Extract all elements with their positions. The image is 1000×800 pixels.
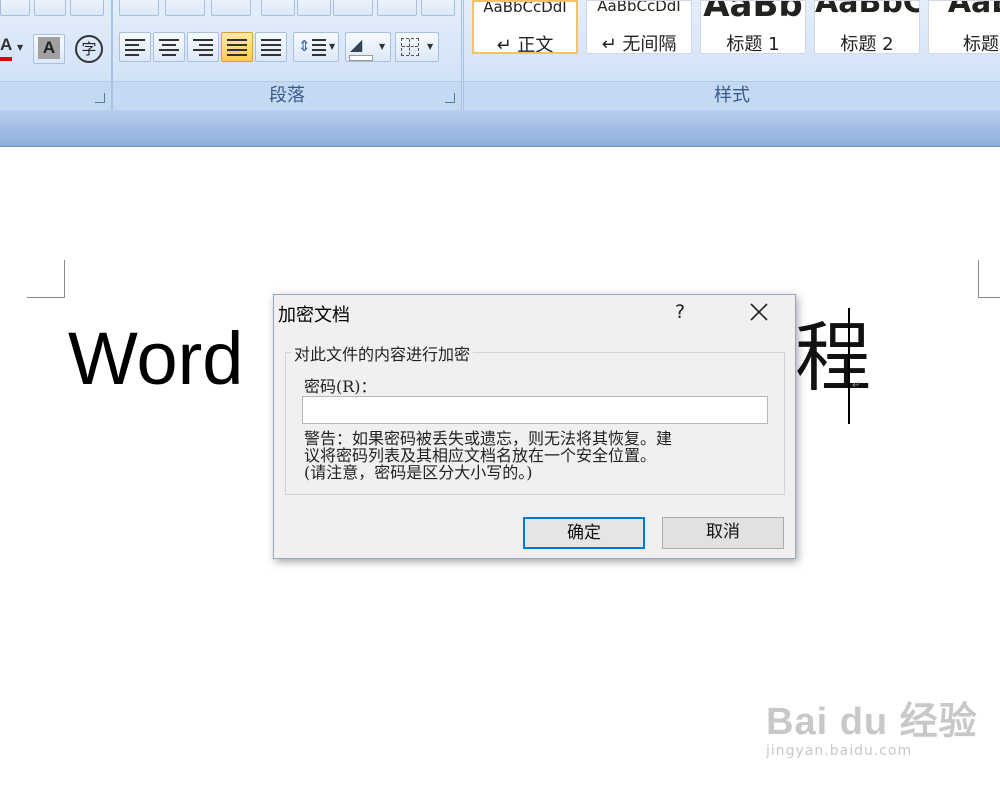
- baidu-watermark: Bai du 经验 jingyan.baidu.com: [766, 690, 978, 759]
- asian-layout-button[interactable]: [333, 0, 373, 16]
- paragraph-group: ⇕ ▼ ◢ ▼ ▼ 段落: [112, 0, 462, 110]
- chevron-down-icon: ▼: [379, 42, 386, 51]
- justify-icon: [227, 39, 247, 59]
- line-spacing-button[interactable]: ⇕ ▼: [293, 32, 339, 62]
- font-color-bar: [0, 57, 12, 61]
- paragraph-group-label: 段落: [113, 81, 461, 110]
- text-cursor: [848, 308, 850, 424]
- cancel-button[interactable]: 取消: [662, 517, 784, 549]
- password-label: 密码(R)：: [304, 377, 377, 396]
- style-item[interactable]: AaBb 标题 1: [700, 0, 806, 54]
- style-sample: AaBbCcDdI: [597, 0, 681, 15]
- style-name: 标题 1: [726, 34, 780, 54]
- enclose-char: 字: [75, 35, 103, 63]
- dialog-title: 加密文档: [278, 305, 350, 326]
- groupbox-legend: 对此文件的内容进行加密: [291, 341, 474, 365]
- increase-indent-button[interactable]: [297, 0, 331, 16]
- paragraph-mark: ↵: [852, 380, 861, 391]
- shading-button[interactable]: ◢ ▼: [345, 32, 391, 62]
- style-item[interactable]: AaBbC 标题 2: [814, 0, 920, 54]
- distributed-button[interactable]: [255, 32, 287, 62]
- align-left-icon: [125, 39, 145, 59]
- close-button[interactable]: [738, 297, 778, 327]
- decrease-indent-button[interactable]: [261, 0, 295, 16]
- char-shading-button[interactable]: A: [33, 34, 65, 64]
- align-left-button[interactable]: [119, 32, 151, 62]
- style-item[interactable]: AaB 标题: [928, 0, 1000, 54]
- style-item[interactable]: AaBbCcDdI ↵ 正文: [472, 0, 578, 54]
- numbering-button[interactable]: [165, 0, 205, 16]
- styles-group: AaBbCcDdI ↵ 正文 AaBbCcDdI ↵ 无间隔 AaBb 标题 1 AaBbC…: [463, 0, 1000, 110]
- margin-corner-right: [978, 260, 1000, 298]
- close-icon: [750, 303, 768, 321]
- enclose-chars-button[interactable]: 字: [72, 34, 104, 64]
- style-sample: AaBbCcDdI: [483, 0, 567, 16]
- multilevel-list-button[interactable]: [211, 0, 251, 16]
- ribbon: A ▼ A 字 ⇕ ▼ ◢ ▼ ▼ 段落 AaBbCcDdI ↵ 正文 AaBb…: [0, 0, 1000, 110]
- font-color-letter: A: [0, 35, 13, 54]
- font-color-button[interactable]: A ▼: [0, 32, 28, 64]
- font-group: A ▼ A 字: [0, 0, 112, 110]
- align-center-icon: [159, 39, 179, 59]
- document-text: Word: [68, 317, 244, 400]
- style-sample: AaB: [947, 0, 1000, 20]
- borders-button[interactable]: ▼: [395, 32, 439, 62]
- phonetic-guide-button[interactable]: [34, 0, 66, 16]
- style-name: ↵ 无间隔: [601, 34, 677, 54]
- paragraph-dialog-launcher-icon[interactable]: [445, 93, 455, 103]
- style-sample: AaBb: [703, 0, 803, 25]
- chevron-down-icon: ▼: [17, 43, 24, 52]
- style-name: ↵ 正文: [496, 35, 554, 54]
- paint-bucket-icon: ◢: [350, 35, 363, 54]
- line-spacing-icon: ⇕: [298, 37, 311, 55]
- ok-button[interactable]: 确定: [523, 517, 645, 549]
- style-name: 标题 2: [840, 34, 894, 54]
- char-shading-letter: A: [38, 37, 60, 59]
- watermark-url: jingyan.baidu.com: [766, 743, 913, 759]
- margin-corner-left: [27, 260, 65, 298]
- style-name: 标题: [963, 34, 999, 54]
- styles-group-label: 样式: [464, 81, 1000, 110]
- ribbon-bottom-strip: [0, 110, 1000, 147]
- align-right-icon: [193, 39, 213, 59]
- warning-text: 警告：如果密码被丢失或遗忘，则无法将其恢复。建 议将密码列表及其相应文档名放在一…: [304, 429, 673, 482]
- distributed-icon: [261, 39, 281, 59]
- shading-color-bar: [349, 55, 373, 61]
- encrypt-document-dialog: 加密文档 ? 对此文件的内容进行加密 密码(R)： 警告：如果密码被丢失或遗忘，…: [273, 294, 796, 559]
- style-item[interactable]: AaBbCcDdI ↵ 无间隔: [586, 0, 692, 54]
- font-dialog-launcher-icon[interactable]: [95, 93, 105, 103]
- align-center-button[interactable]: [153, 32, 185, 62]
- help-button[interactable]: ?: [666, 297, 694, 327]
- char-border-button[interactable]: [70, 0, 104, 16]
- chevron-down-icon: ▼: [329, 42, 336, 51]
- justify-button[interactable]: [221, 32, 253, 62]
- password-input[interactable]: [302, 396, 768, 424]
- border-grid-icon: [401, 38, 419, 56]
- sort-button[interactable]: [377, 0, 417, 16]
- line-spacing-lines-icon: [312, 39, 326, 59]
- align-right-button[interactable]: [187, 32, 219, 62]
- bullets-button[interactable]: [119, 0, 159, 16]
- eraser-button[interactable]: [0, 0, 30, 16]
- style-sample: AaBbC: [815, 0, 920, 20]
- show-marks-button[interactable]: [421, 0, 455, 16]
- chevron-down-icon: ▼: [427, 42, 434, 51]
- watermark-logo: Bai du 经验: [766, 701, 978, 743]
